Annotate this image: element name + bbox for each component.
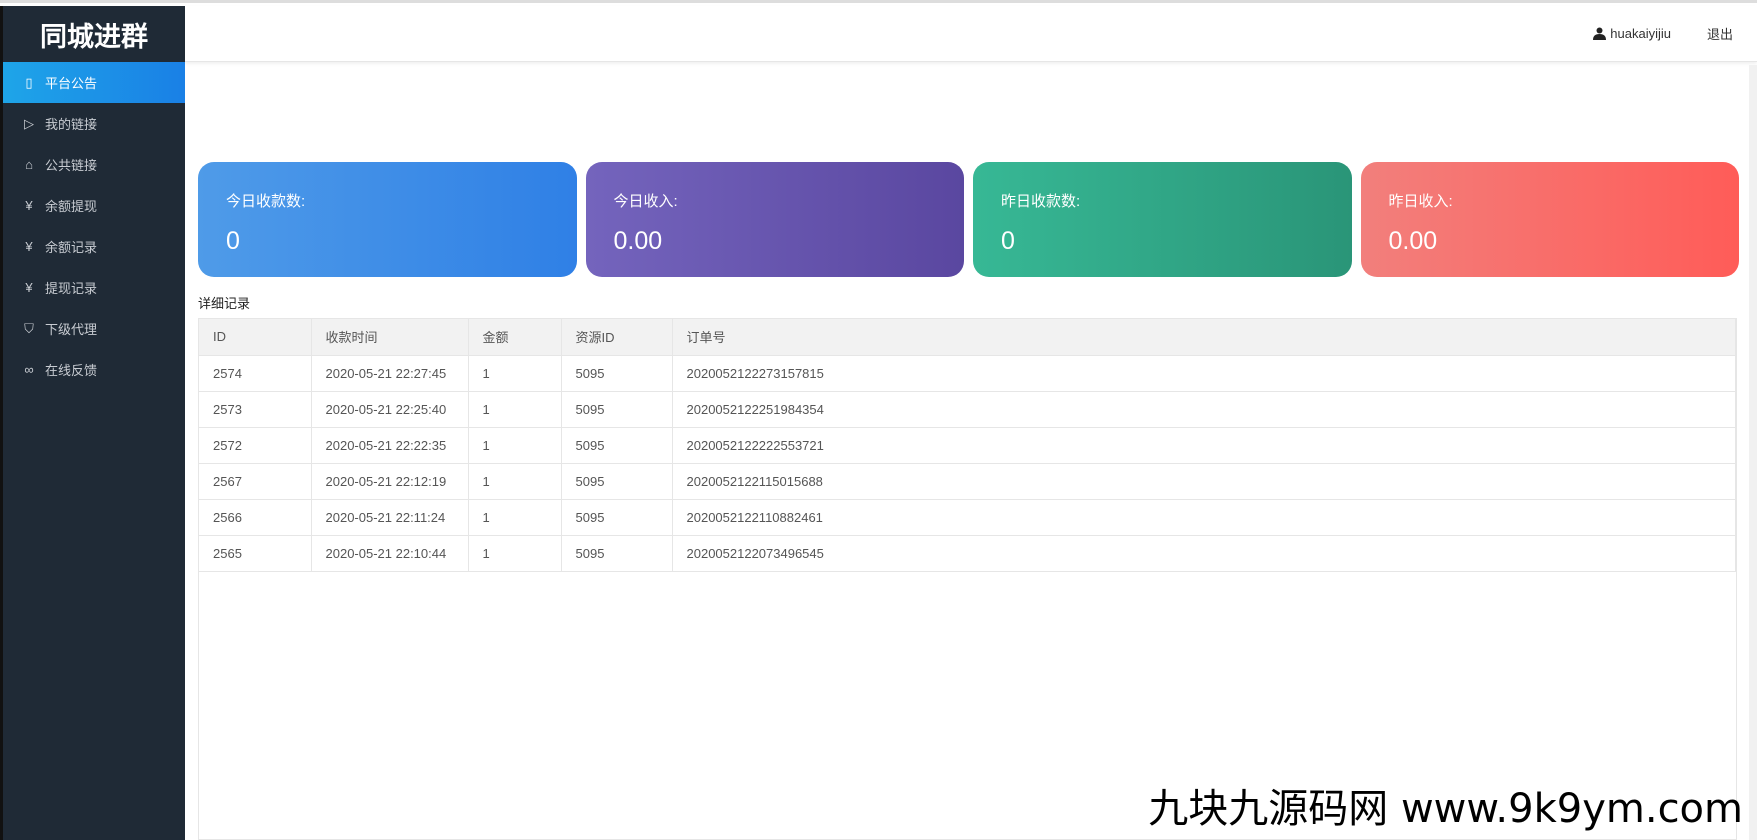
stat-card: 昨日收入: 0.00 — [1360, 162, 1739, 277]
sidebar-item-label: 在线反馈 — [45, 363, 98, 378]
yen-icon: ¥ — [25, 280, 33, 295]
user-menu[interactable]: huakaiyijiu — [1593, 26, 1671, 41]
sidebar-item-2[interactable]: ⌂ 公共链接 — [3, 144, 185, 185]
home-icon: ⌂ — [25, 157, 33, 172]
table-row: 2572 2020-05-21 22:22:35 1 5095 202005212222… — [199, 427, 1736, 464]
table-cell: 2020-05-21 22:22:35 — [311, 427, 469, 464]
sidebar-nav: ▯ 平台公告 ▷ 我的链接 ⌂ 公共链接 ¥ 余额提现 ¥ 余额记录 ¥ 提现记录 ⛉ 下级代理 ∞ 在线反馈 — [3, 62, 185, 390]
records-table: ID 收款时间 金额 资源ID 订单号 2574 2020-05-21 22:27:45 1… — [198, 318, 1737, 840]
logout-link[interactable]: 退出 — [1707, 24, 1733, 43]
sidebar-item-7[interactable]: ∞ 在线反馈 — [3, 349, 185, 390]
table-cell: 2572 — [199, 427, 312, 464]
stat-card: 昨日收款数: 0 — [973, 162, 1352, 277]
sidebar-item-label: 平台公告 — [45, 76, 98, 91]
stat-card: 今日收款数: 0 — [198, 162, 577, 277]
stats-cards: 今日收款数: 0 今日收入: 0.00 昨日收款数: 0 昨日收入: 0.00 — [198, 162, 1739, 277]
column-header: ID — [199, 319, 312, 356]
yen-icon: ¥ — [25, 198, 33, 213]
table-cell: 5095 — [561, 463, 673, 500]
stat-value: 0 — [226, 227, 240, 255]
table-cell: 2020052122251984354 — [672, 391, 1736, 428]
table-cell: 5095 — [561, 499, 673, 536]
sidebar-item-3[interactable]: ¥ 余额提现 — [3, 185, 185, 226]
sidebar-item-1[interactable]: ▷ 我的链接 — [3, 103, 185, 144]
table-cell: 1 — [468, 535, 562, 572]
table-cell: 2020-05-21 22:12:19 — [311, 463, 469, 500]
table-cell: 2020-05-21 22:10:44 — [311, 535, 469, 572]
table-row: 2567 2020-05-21 22:12:19 1 5095 202005212211… — [199, 463, 1736, 500]
scrollbar[interactable] — [1749, 65, 1757, 840]
table-cell: 2020052122115015688 — [672, 463, 1736, 500]
stat-label: 今日收入: — [613, 193, 678, 210]
sidebar-item-4[interactable]: ¥ 余额记录 — [3, 226, 185, 267]
watermark: 九块九源码网 www.9k9ym.com — [1148, 786, 1743, 832]
table-cell: 1 — [468, 499, 562, 536]
table-cell: 5095 — [561, 391, 673, 428]
table-row: 2574 2020-05-21 22:27:45 1 5095 202005212227… — [199, 355, 1736, 392]
table-cell: 1 — [468, 355, 562, 392]
table-cell: 1 — [468, 427, 562, 464]
table-cell: 2573 — [199, 391, 312, 428]
user-icon — [1593, 27, 1607, 40]
table-cell: 2020-05-21 22:27:45 — [311, 355, 469, 392]
table-row: 2566 2020-05-21 22:11:24 1 5095 202005212211… — [199, 499, 1736, 536]
username: huakaiyijiu — [1610, 26, 1671, 41]
table-cell: 1 — [468, 463, 562, 500]
section-title: 详细记录 — [198, 296, 251, 311]
column-header: 收款时间 — [311, 319, 469, 356]
sidebar-item-label: 下级代理 — [45, 322, 98, 337]
sidebar-item-0[interactable]: ▯ 平台公告 — [3, 62, 185, 103]
yen-icon: ¥ — [25, 239, 33, 254]
table-cell: 5095 — [561, 535, 673, 572]
sidebar-item-label: 提现记录 — [45, 281, 98, 296]
sidebar: 同城进群 ▯ 平台公告 ▷ 我的链接 ⌂ 公共链接 ¥ 余额提现 ¥ 余额记录 ¥ 提现记录 ⛉ 下级代理… — [0, 6, 185, 840]
stat-label: 今日收款数: — [226, 193, 306, 210]
video-icon: ▷ — [24, 115, 34, 131]
sidebar-item-label: 我的链接 — [45, 117, 98, 132]
sidebar-item-label: 公共链接 — [45, 158, 98, 173]
sidebar-item-label: 余额提现 — [45, 199, 98, 214]
stat-value: 0 — [1001, 227, 1015, 255]
top-header: huakaiyijiu 退出 — [185, 6, 1757, 62]
stat-card: 今日收入: 0.00 — [585, 162, 964, 277]
sidebar-item-5[interactable]: ¥ 提现记录 — [3, 267, 185, 308]
shield-icon: ⛉ — [24, 320, 34, 336]
sidebar-item-label: 余额记录 — [45, 240, 98, 255]
link-icon: ∞ — [24, 362, 34, 377]
table-cell: 2020052122222553721 — [672, 427, 1736, 464]
table-cell: 2574 — [199, 355, 312, 392]
table-cell: 2567 — [199, 463, 312, 500]
table-cell: 2020052122110882461 — [672, 499, 1736, 536]
table-row: 2565 2020-05-21 22:10:44 1 5095 202005212207… — [199, 535, 1736, 572]
app-logo: 同城进群 — [40, 21, 148, 52]
stat-label: 昨日收款数: — [1001, 193, 1081, 210]
stat-value: 0.00 — [613, 227, 663, 255]
table-cell: 5095 — [561, 427, 673, 464]
table-cell: 2566 — [199, 499, 312, 536]
notice-icon: ▯ — [25, 74, 33, 90]
table-cell: 5095 — [561, 355, 673, 392]
table-cell: 2020-05-21 22:11:24 — [311, 499, 469, 536]
column-header: 金额 — [468, 319, 562, 356]
table-cell: 2020052122073496545 — [672, 535, 1736, 572]
table-cell: 2020052122273157815 — [672, 355, 1736, 392]
table-row: 2573 2020-05-21 22:25:40 1 5095 202005212225… — [199, 391, 1736, 428]
table-cell: 2020-05-21 22:25:40 — [311, 391, 469, 428]
stat-value: 0.00 — [1388, 227, 1438, 255]
stat-label: 昨日收入: — [1388, 193, 1453, 210]
sidebar-item-6[interactable]: ⛉ 下级代理 — [3, 308, 185, 349]
column-header: 订单号 — [672, 319, 1736, 356]
table-cell: 2565 — [199, 535, 312, 572]
table-cell: 1 — [468, 391, 562, 428]
column-header: 资源ID — [561, 319, 673, 356]
